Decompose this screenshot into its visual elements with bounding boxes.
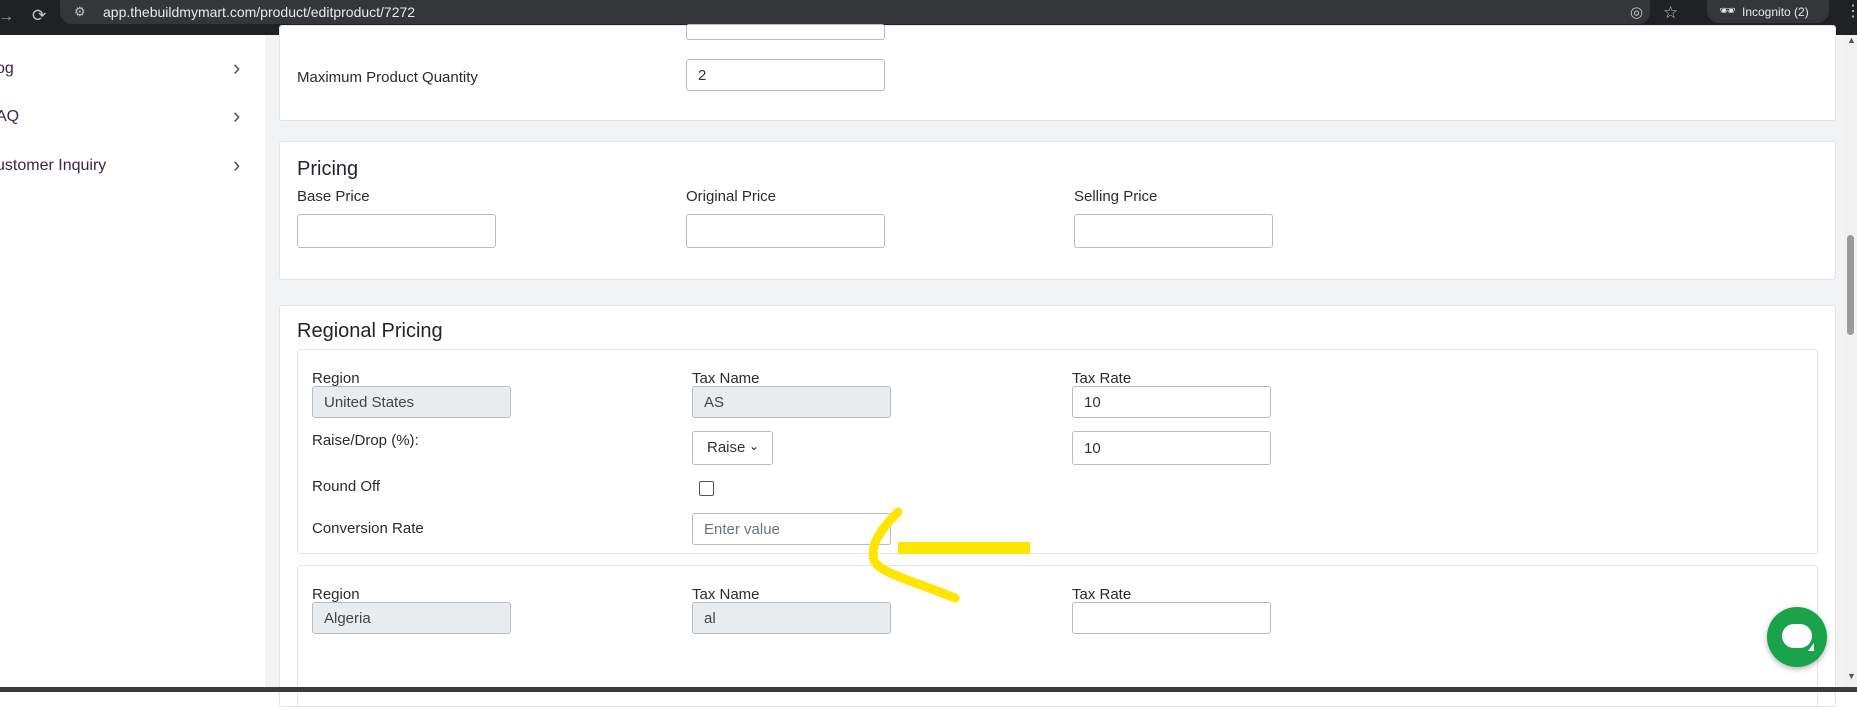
tax-rate-input[interactable]	[1072, 602, 1271, 634]
reload-icon[interactable]: ⟳	[32, 6, 46, 26]
bottom-bar	[0, 687, 1857, 692]
region-input	[312, 386, 511, 418]
pricing-card: Pricing Base Price Original Price Sellin…	[279, 141, 1836, 280]
address-bar[interactable]: ⚙ app.thebuildmymart.com/product/editpro…	[60, 0, 1650, 24]
selling-price-label: Selling Price	[1074, 188, 1158, 205]
scroll-down-icon[interactable]: ▼	[1847, 671, 1856, 681]
raise-drop-input[interactable]	[1072, 431, 1271, 465]
quantity-card: Maximum Product Quantity	[279, 24, 1836, 121]
sidebar: og › AQ › ustomer Inquiry ›	[0, 35, 264, 692]
eye-off-icon[interactable]: ◎	[1630, 3, 1643, 21]
star-icon[interactable]: ☆	[1663, 3, 1678, 23]
min-quantity-input[interactable]	[686, 24, 885, 40]
back-arrow-icon[interactable]: →	[0, 8, 14, 26]
chat-button[interactable]	[1767, 607, 1827, 667]
region-input	[312, 602, 511, 634]
incognito-label: Incognito (2)	[1742, 5, 1809, 19]
original-price-input[interactable]	[686, 214, 885, 248]
page-scrollbar[interactable]: ▲ ▼	[1845, 35, 1857, 687]
raise-drop-label: Raise/Drop (%):	[312, 432, 419, 449]
tax-rate-label: Tax Rate	[1072, 370, 1132, 387]
sidebar-item-faq[interactable]: AQ ›	[0, 103, 258, 133]
sidebar-item-label: AQ	[0, 108, 20, 125]
sidebar-item-label: og	[0, 60, 14, 77]
incognito-button[interactable]: 🕶 Incognito (2)	[1707, 0, 1829, 23]
tax-name-label: Tax Name	[692, 586, 760, 603]
base-price-input[interactable]	[297, 214, 496, 248]
round-off-checkbox[interactable]	[699, 481, 714, 496]
max-quantity-input[interactable]	[686, 59, 885, 91]
site-info-icon[interactable]: ⚙	[74, 4, 86, 20]
scroll-up-icon[interactable]: ▲	[1847, 35, 1856, 45]
tax-rate-label: Tax Rate	[1072, 586, 1132, 603]
annotation-arrow-icon	[868, 507, 1030, 603]
region-label: Region	[312, 370, 360, 387]
sidebar-item-customer-inquiry[interactable]: ustomer Inquiry ›	[0, 152, 258, 182]
tax-name-input	[692, 386, 891, 418]
regional-pricing-title: Regional Pricing	[297, 320, 443, 342]
original-price-label: Original Price	[686, 188, 777, 205]
chat-icon-tail	[1802, 643, 1814, 651]
incognito-icon: 🕶	[1719, 3, 1736, 18]
round-off-label: Round Off	[312, 478, 381, 495]
raise-drop-select[interactable]: Raise ⌄	[692, 431, 773, 465]
url-text[interactable]: app.thebuildmymart.com/product/editprodu…	[103, 4, 415, 20]
pricing-title: Pricing	[297, 158, 359, 180]
chevron-down-icon: ⌄	[749, 439, 760, 453]
sidebar-item-blog[interactable]: og ›	[0, 55, 258, 85]
chevron-right-icon: ›	[233, 103, 241, 128]
sidebar-item-label: ustomer Inquiry	[0, 157, 107, 174]
tax-name-label: Tax Name	[692, 370, 760, 387]
base-price-label: Base Price	[297, 188, 370, 205]
chevron-right-icon: ›	[233, 55, 241, 80]
kebab-menu-icon[interactable]: ⋮	[1845, 1, 1857, 21]
max-quantity-label: Maximum Product Quantity	[297, 69, 478, 86]
chevron-right-icon: ›	[233, 152, 241, 177]
tax-rate-input[interactable]	[1072, 386, 1271, 418]
selling-price-input[interactable]	[1074, 214, 1273, 248]
scrollbar-thumb[interactable]	[1847, 235, 1854, 335]
region-label: Region	[312, 586, 360, 603]
raise-drop-selected: Raise	[707, 439, 746, 456]
conversion-rate-label: Conversion Rate	[312, 520, 424, 537]
